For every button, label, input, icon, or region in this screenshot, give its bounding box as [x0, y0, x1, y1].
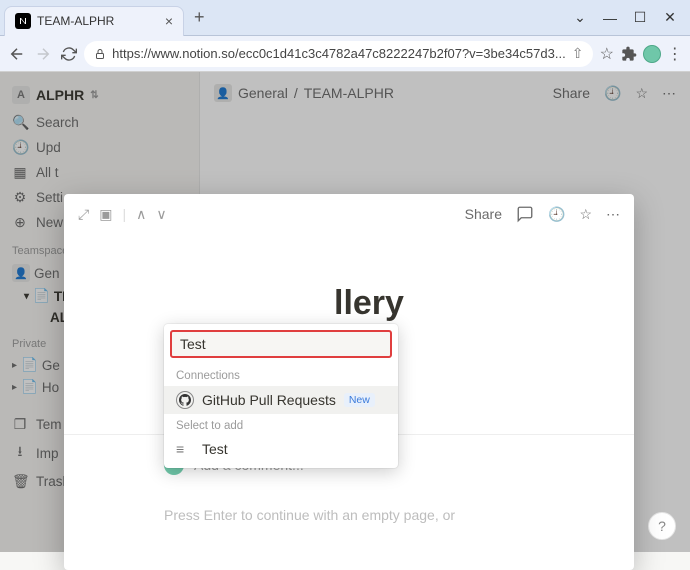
sidebar-item-label: Tem: [36, 417, 62, 432]
chevron-right-icon: ▸: [12, 382, 17, 393]
sidebar-item-label: All t: [36, 165, 59, 180]
breadcrumb-separator: /: [294, 85, 298, 101]
menu-icon[interactable]: ⋮: [665, 43, 684, 65]
sidebar-item-label: Upd: [36, 140, 61, 155]
popup-item-test[interactable]: ≡ Test: [164, 436, 398, 462]
nav-up-icon[interactable]: ∧: [136, 206, 146, 223]
help-button[interactable]: ?: [648, 512, 676, 540]
browser-tab[interactable]: TEAM-ALPHR ×: [4, 6, 184, 36]
address-bar: https://www.notion.so/ecc0c1d41c3c4782a4…: [0, 36, 690, 72]
github-icon: [176, 391, 194, 409]
trash-icon: 🗑: [12, 473, 28, 490]
text-property-icon: ≡: [176, 441, 194, 457]
grid-icon: ▦: [12, 164, 28, 181]
sidebar-search[interactable]: 🔍 Search: [0, 110, 199, 135]
page-icon: 📄: [21, 379, 38, 395]
close-tab-icon[interactable]: ×: [165, 13, 173, 29]
tab-title: TEAM-ALPHR: [37, 14, 159, 28]
sidebar-updates[interactable]: 🕘 Upd: [0, 135, 199, 160]
chevron-down-icon: ▾: [24, 291, 29, 302]
page-icon: 📄: [21, 357, 38, 373]
star-icon[interactable]: ☆: [635, 85, 648, 102]
url-box[interactable]: https://www.notion.so/ecc0c1d41c3c4782a4…: [84, 41, 593, 67]
tree-label: Ho: [42, 380, 59, 395]
modal-share-button[interactable]: Share: [465, 206, 502, 222]
search-icon: 🔍: [12, 114, 28, 131]
gear-icon: ⚙: [12, 189, 28, 206]
connections-label: Connections: [164, 364, 398, 386]
sidebar-all-teamspaces[interactable]: ▦ All t: [0, 160, 199, 185]
workspace-icon: A: [12, 86, 30, 104]
chevron-sort-icon: ⇅: [90, 90, 98, 101]
select-to-add-label: Select to add: [164, 414, 398, 436]
more-icon[interactable]: ⋯: [606, 206, 620, 223]
lock-icon: [94, 48, 106, 60]
chevron-right-icon: ▸: [12, 360, 17, 371]
notion-favicon-icon: [15, 13, 31, 29]
clock-icon[interactable]: 🕘: [604, 85, 621, 102]
maximize-icon[interactable]: ☐: [632, 9, 648, 26]
teamspace-icon: 👤: [12, 264, 30, 282]
comment-icon[interactable]: [516, 205, 534, 223]
close-window-icon[interactable]: ✕: [662, 9, 678, 26]
workspace-name: ALPHR: [36, 87, 84, 103]
empty-page-hint: Press Enter to continue with an empty pa…: [164, 481, 534, 523]
modal-topbar: ⤢ ▣ | ∧ ∨ Share 🕘 ☆ ⋯: [64, 194, 634, 234]
chevron-down-icon[interactable]: ⌄: [572, 9, 588, 26]
new-badge: New: [344, 393, 375, 407]
nav-down-icon[interactable]: ∨: [156, 206, 166, 223]
sidebar-item-label: Trasl: [36, 474, 66, 489]
profile-icon[interactable]: [643, 43, 662, 65]
sidebar-item-label: Setti: [36, 190, 63, 205]
more-icon[interactable]: ⋯: [662, 85, 676, 102]
page-topbar: 👤 General / TEAM-ALPHR Share 🕘 ☆ ⋯: [200, 72, 690, 114]
share-button[interactable]: Share: [553, 85, 590, 101]
minimize-icon[interactable]: —: [602, 10, 618, 26]
updates-icon[interactable]: 🕘: [548, 206, 565, 223]
workspace-switcher[interactable]: A ALPHR ⇅: [0, 80, 199, 110]
help-icon: ?: [658, 518, 666, 534]
star-icon[interactable]: ☆: [597, 43, 616, 65]
share-url-icon[interactable]: ⇧: [572, 45, 584, 62]
plus-circle-icon: ⊕: [12, 214, 28, 231]
page-modal: ⤢ ▣ | ∧ ∨ Share 🕘 ☆ ⋯ llery s 5 PM + Ad: [64, 194, 634, 570]
page-icon: 📄: [33, 288, 50, 304]
clock-icon: 🕘: [12, 139, 28, 156]
breadcrumb[interactable]: 👤 General / TEAM-ALPHR: [214, 84, 394, 102]
extensions-icon[interactable]: [620, 43, 639, 65]
popup-item-label: Test: [202, 441, 228, 457]
popup-item-github[interactable]: GitHub Pull Requests New: [164, 386, 398, 414]
expand-icon[interactable]: ⤢: [78, 206, 89, 223]
template-icon: ❐: [12, 416, 28, 433]
property-search-input[interactable]: [170, 330, 392, 358]
breadcrumb-segment[interactable]: General: [238, 85, 288, 101]
new-tab-button[interactable]: +: [190, 3, 209, 32]
sidebar-item-label: New: [36, 215, 63, 230]
sidebar-item-label: Search: [36, 115, 79, 130]
url-text: https://www.notion.so/ecc0c1d41c3c4782a4…: [112, 46, 566, 61]
peek-mode-icon[interactable]: ▣: [99, 206, 112, 223]
sidebar-item-label: Imp: [36, 446, 59, 461]
popup-item-label: GitHub Pull Requests: [202, 392, 336, 408]
teamspace-icon: 👤: [214, 84, 232, 102]
tree-label: Ge: [42, 358, 60, 373]
favorite-icon[interactable]: ☆: [579, 206, 592, 223]
forward-button[interactable]: [32, 41, 54, 67]
reload-button[interactable]: [58, 41, 80, 67]
back-button[interactable]: [6, 41, 28, 67]
download-icon: ⭳: [12, 441, 28, 465]
property-search-popup: Connections GitHub Pull Requests New Sel…: [164, 324, 398, 468]
tree-label: Gen: [34, 266, 60, 281]
breadcrumb-segment[interactable]: TEAM-ALPHR: [304, 85, 394, 101]
window-titlebar: TEAM-ALPHR × + ⌄ — ☐ ✕: [0, 0, 690, 36]
